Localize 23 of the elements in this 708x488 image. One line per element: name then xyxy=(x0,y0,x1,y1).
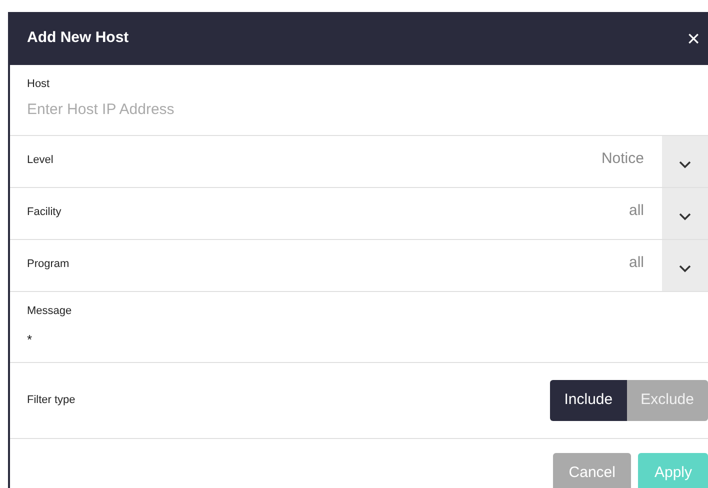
filter-type-label: Filter type xyxy=(27,393,76,408)
select-label: Level xyxy=(26,153,54,168)
dialog-title: Add New Host xyxy=(27,28,129,48)
select-label: Program xyxy=(26,257,70,272)
dropdown-toggle[interactable] xyxy=(662,136,708,187)
dropdown-toggle[interactable] xyxy=(662,240,708,291)
select-field[interactable]: Program all xyxy=(10,240,708,292)
host-label: Host xyxy=(27,77,51,92)
select-value: Notice xyxy=(601,149,645,169)
chevron-down-icon xyxy=(679,264,691,272)
select-value: all xyxy=(628,253,645,273)
select-field[interactable]: Facility all xyxy=(10,188,708,240)
chevron-down-icon xyxy=(679,160,691,168)
select-label: Facility xyxy=(26,205,62,220)
close-button[interactable]: × xyxy=(687,28,700,50)
host-input-field[interactable]: Enter Host IP Address xyxy=(27,98,427,121)
message-label: Message xyxy=(27,304,73,319)
select-field[interactable]: Level Notice xyxy=(10,136,708,188)
message-value: * xyxy=(27,330,32,348)
dropdown-toggle[interactable] xyxy=(662,188,708,239)
select-value: all xyxy=(628,201,645,221)
filter-option[interactable]: Include xyxy=(550,380,627,421)
chevron-down-icon xyxy=(679,212,691,220)
